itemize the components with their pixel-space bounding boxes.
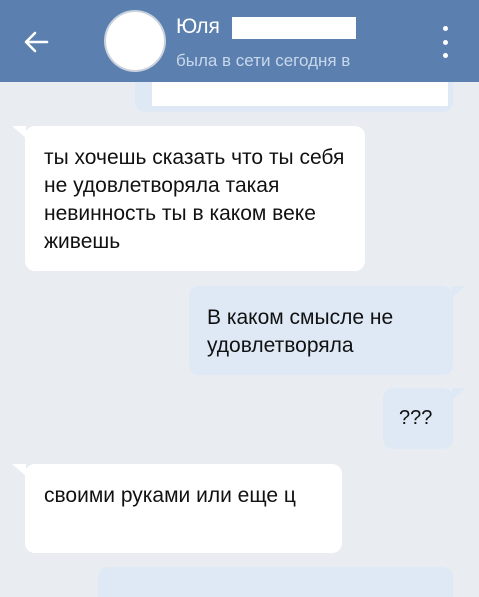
contact-avatar[interactable] (106, 12, 164, 70)
message-list[interactable]: ты хочешь сказать что ты себя не удовлет… (0, 70, 479, 597)
redacted-status-block (398, 50, 412, 72)
back-button[interactable] (14, 22, 58, 62)
arrow-left-icon (24, 31, 49, 53)
message-text: ты хочешь сказать что ты себя не удовлет… (44, 146, 345, 253)
message-text: В каком смысле не удовлетворяла (207, 306, 394, 357)
redacted-message-block (152, 78, 448, 106)
message-text: своими руками или еще ц (44, 484, 296, 507)
contact-name[interactable]: Юля (176, 14, 220, 40)
message-bubble-outgoing[interactable]: В каком смысле не удовлетворяла (189, 286, 453, 375)
app-header: Юля была в сети сегодня в (0, 0, 479, 82)
message-text: ??? (399, 407, 433, 429)
message-bubble-incoming[interactable]: ты хочешь сказать что ты себя не удовлет… (25, 126, 365, 271)
last-seen-status: была в сети сегодня в (176, 51, 351, 70)
message-bubble-outgoing-partial[interactable] (98, 567, 453, 597)
more-menu-button[interactable] (432, 26, 458, 58)
more-vertical-icon (442, 26, 448, 31)
message-bubble-outgoing[interactable]: ??? (383, 388, 453, 449)
redacted-name-block (232, 17, 356, 39)
message-bubble-incoming[interactable]: своими руками или еще ц (25, 464, 342, 553)
